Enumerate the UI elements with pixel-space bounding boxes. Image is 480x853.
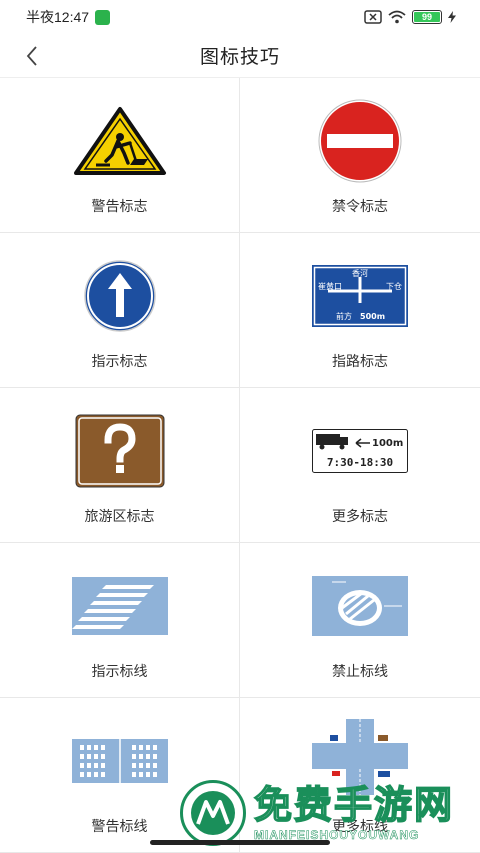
category-label: 更多标志	[332, 508, 388, 524]
warning-marking-icon	[71, 716, 168, 806]
guide-sign-ahead: 前方	[336, 311, 352, 321]
direction-arrow-sign-icon	[65, 251, 175, 341]
guide-sign-top: 香河	[352, 268, 368, 278]
more-sign-distance: 100m	[372, 438, 403, 449]
category-label: 禁令标志	[332, 198, 388, 214]
category-prohibition-signs[interactable]: 禁令标志	[240, 78, 480, 233]
battery-level: 99	[421, 12, 432, 22]
truck-time-sign-icon: 100m 7:30-18:30	[312, 406, 408, 496]
category-label: 警告标志	[91, 198, 148, 214]
guide-sign-right: 下仓	[386, 281, 402, 291]
watermark-text: 免费手游网 MIANFEISHOUYOUWANG	[253, 784, 455, 842]
page-title: 图标技巧	[199, 47, 280, 68]
battery-icon: 99	[412, 10, 442, 24]
nav-bar: 图标技巧	[0, 34, 480, 78]
category-label: 指示标志	[91, 353, 148, 369]
category-tourist-signs[interactable]: 旅游区标志	[0, 388, 240, 543]
warning-sign-icon	[65, 96, 175, 186]
charging-icon	[448, 11, 456, 23]
guide-sign-left: 崔黄口	[318, 281, 342, 291]
sign-category-grid: 警告标志 禁令标志 指示标志 香河 崔黄口 下仓 前方 500m 指路标志 旅游…	[0, 78, 480, 853]
no-entry-sign-icon	[305, 96, 415, 186]
wechat-notification-icon	[95, 9, 111, 25]
tourist-question-sign-icon	[65, 406, 175, 496]
home-indicator	[150, 840, 330, 845]
status-time: 半夜12:47	[26, 9, 90, 25]
category-more-signs[interactable]: 100m 7:30-18:30 更多标志	[240, 388, 480, 543]
status-bar: 半夜12:47 99	[0, 0, 480, 34]
watermark-logo-icon	[180, 779, 246, 846]
sim-off-icon	[364, 10, 382, 24]
category-prohibition-markings[interactable]: 禁止标线	[240, 543, 480, 698]
chevron-left-icon	[26, 46, 37, 66]
guide-sign-distance: 500m	[360, 312, 385, 321]
category-warning-signs[interactable]: 警告标志	[0, 78, 240, 233]
no-parking-marking-icon	[312, 561, 408, 651]
more-sign-time: 7:30-18:30	[327, 456, 393, 469]
category-label: 指示标线	[91, 663, 148, 679]
wifi-icon	[388, 10, 406, 24]
category-label: 旅游区标志	[84, 508, 155, 524]
back-button[interactable]	[16, 40, 48, 72]
status-right: 99	[364, 10, 456, 24]
watermark-title: 免费手游网	[253, 784, 455, 828]
crosswalk-marking-icon	[71, 561, 168, 651]
category-guide-signs[interactable]: 香河 崔黄口 下仓 前方 500m 指路标志	[240, 233, 480, 388]
category-instruction-signs[interactable]: 指示标志	[0, 233, 240, 388]
category-label: 禁止标线	[332, 663, 388, 679]
category-label: 指路标志	[332, 353, 388, 369]
category-instruction-markings[interactable]: 指示标线	[0, 543, 240, 698]
status-left: 半夜12:47	[26, 7, 111, 27]
road-guide-sign-icon: 香河 崔黄口 下仓 前方 500m	[312, 251, 408, 341]
